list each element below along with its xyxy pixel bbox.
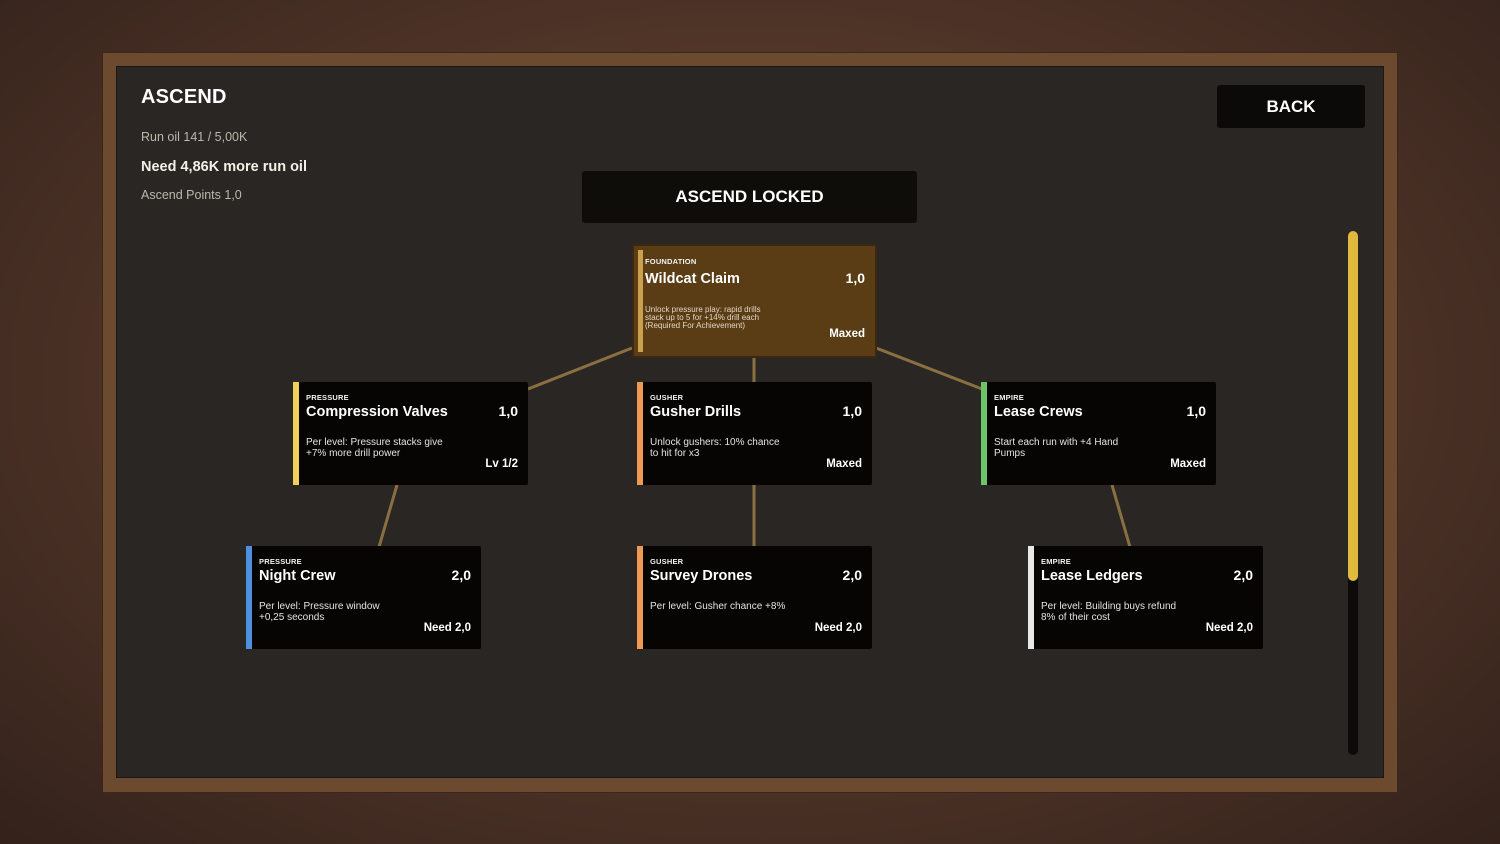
- node-accent-bar: [981, 382, 987, 485]
- node-name: Night Crew: [259, 568, 336, 584]
- node-category: EMPIRE: [1041, 557, 1071, 566]
- node-description: Per level: Pressure stacks give +7% more…: [306, 437, 443, 459]
- node-accent-bar: [293, 382, 299, 485]
- node-description: Per level: Pressure window +0,25 seconds: [259, 601, 380, 623]
- node-name: Lease Ledgers: [1041, 568, 1143, 584]
- node-category: PRESSURE: [259, 557, 302, 566]
- connector-root-empire: [875, 346, 983, 391]
- node-status: Need 2,0: [1205, 622, 1253, 634]
- node-description: Unlock pressure play: rapid drills stack…: [645, 305, 761, 330]
- node-cost: 2,0: [1233, 567, 1253, 583]
- node-name: Lease Crews: [994, 404, 1083, 420]
- vertical-scrollbar[interactable]: [1348, 231, 1358, 755]
- node-accent-bar: [637, 382, 643, 485]
- node-status: Lv 1/2: [485, 458, 518, 470]
- node-category: GUSHER: [650, 393, 684, 402]
- skill-node-lease-ledgers[interactable]: EMPIRE Lease Ledgers 2,0 Per level: Buil…: [1028, 546, 1263, 649]
- skill-node-wildcat-claim[interactable]: FOUNDATION Wildcat Claim 1,0 Unlock pres…: [632, 244, 877, 358]
- node-status: Maxed: [826, 458, 862, 470]
- skill-node-gusher-drills[interactable]: GUSHER Gusher Drills 1,0 Unlock gushers:…: [637, 382, 872, 485]
- node-name: Survey Drones: [650, 568, 753, 584]
- node-accent-bar: [638, 250, 643, 352]
- connector-pressure-night-crew: [377, 484, 399, 548]
- node-status: Need 2,0: [423, 622, 471, 634]
- scrollbar-thumb[interactable]: [1348, 231, 1358, 581]
- skill-node-lease-crews[interactable]: EMPIRE Lease Crews 1,0 Start each run wi…: [981, 382, 1216, 485]
- node-category: PRESSURE: [306, 393, 349, 402]
- node-description: Per level: Gusher chance +8%: [650, 601, 786, 612]
- node-category: GUSHER: [650, 557, 684, 566]
- connector-empire-lease-ledgers: [1110, 484, 1132, 548]
- node-name: Gusher Drills: [650, 404, 742, 420]
- skill-node-compression-valves[interactable]: PRESSURE Compression Valves 1,0 Per leve…: [293, 382, 528, 485]
- node-accent-bar: [1028, 546, 1034, 649]
- node-status: Need 2,0: [814, 622, 862, 634]
- node-cost: 1,0: [1186, 403, 1206, 419]
- node-category: FOUNDATION: [645, 257, 697, 266]
- skill-node-night-crew[interactable]: PRESSURE Night Crew 2,0 Per level: Press…: [246, 546, 481, 649]
- node-description: Start each run with +4 Hand Pumps: [994, 437, 1119, 459]
- node-accent-bar: [246, 546, 252, 649]
- node-cost: 1,0: [845, 270, 865, 286]
- skill-node-survey-drones[interactable]: GUSHER Survey Drones 2,0 Per level: Gush…: [637, 546, 872, 649]
- node-status: Maxed: [829, 328, 865, 340]
- node-status: Maxed: [1170, 458, 1206, 470]
- node-cost: 1,0: [498, 403, 518, 419]
- connector-root-pressure: [527, 346, 633, 391]
- node-accent-bar: [637, 546, 643, 649]
- node-name: Wildcat Claim: [645, 271, 740, 287]
- node-cost: 2,0: [451, 567, 471, 583]
- node-description: Per level: Building buys refund 8% of th…: [1041, 601, 1177, 623]
- node-category: EMPIRE: [994, 393, 1024, 402]
- node-description: Unlock gushers: 10% chance to hit for x3: [650, 437, 780, 459]
- node-cost: 2,0: [842, 567, 862, 583]
- node-cost: 1,0: [842, 403, 862, 419]
- node-name: Compression Valves: [306, 404, 448, 420]
